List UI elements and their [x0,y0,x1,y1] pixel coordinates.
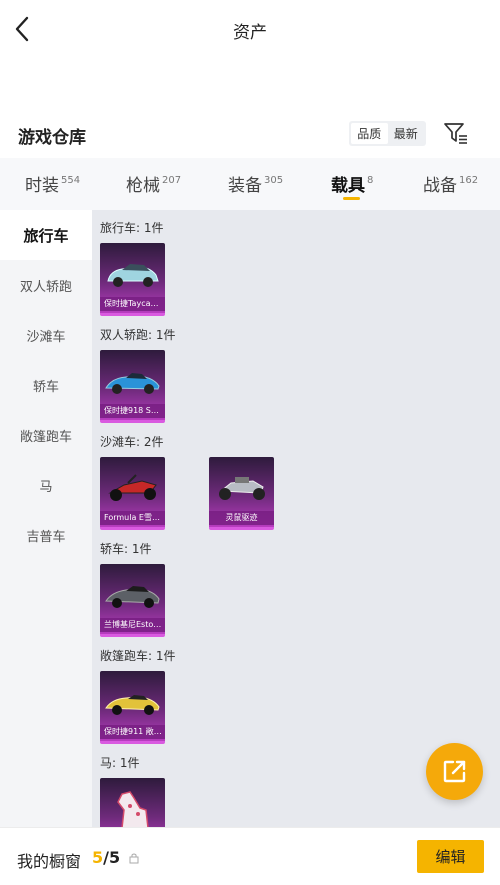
vehicle-name: Formula E雪… [100,511,165,525]
group-label: 敞篷跑车: 1件 [100,649,176,663]
vehicle-type-sidebar: 旅行车 双人轿跑 沙滩车 轿车 敞篷跑车 马 吉普车 [0,210,92,827]
vehicle-card[interactable]: Formula E雪… [100,457,165,530]
tab-label: 战备 [423,176,457,196]
tab-label: 载具 [331,176,365,196]
vehicle-list: 旅行车: 1件 保时捷Tayca… 双人轿跑: 1件 保时捷918 S… 沙滩车… [92,210,500,827]
car-icon [105,695,160,715]
tab-label: 时装 [25,176,59,196]
tab-label: 枪械 [126,176,160,196]
tab-fashion[interactable]: 时装 554 [25,171,80,196]
group-label: 双人轿跑: 1件 [100,328,176,342]
tab-label: 装备 [228,176,262,196]
page-title: 资产 [233,23,267,43]
active-tab-indicator [343,197,360,200]
tab-equipment[interactable]: 装备 305 [228,171,283,196]
edit-button[interactable]: 编辑 [417,840,484,873]
category-tabs: 时装 554 枪械 207 装备 305 载具 8 战备 162 [0,158,500,210]
showcase-label: 我的橱窗 [17,852,82,871]
section-title: 游戏仓库 [18,128,86,148]
sort-quality-option[interactable]: 品质 [351,123,388,144]
tab-count: 8 [367,175,374,186]
tab-supplies[interactable]: 战备 162 [423,171,478,196]
sidebar-item-convertible[interactable]: 敞篷跑车 [0,410,92,460]
vehicle-name: 兰博基尼Esto… [100,618,165,632]
share-button[interactable] [426,743,483,800]
showcase-count: 5/5 [92,848,120,867]
showcase-footer: 我的橱窗 5/5 编辑 [0,827,500,885]
external-link-icon [443,760,466,783]
car-icon [105,373,160,394]
showcase-total: /5 [103,848,121,867]
sort-toggle: 品质 最新 [349,121,426,146]
group-label: 旅行车: 1件 [100,221,164,235]
sidebar-item-touring-car[interactable]: 旅行车 [0,210,92,260]
lock-icon [129,853,139,864]
vehicle-name: 保时捷918 S… [100,404,165,418]
sidebar-item-coupe[interactable]: 双人轿跑 [0,260,92,310]
showcase-current: 5 [92,848,104,867]
filter-icon [444,123,467,144]
vehicle-name: 保时捷Tayca… [100,297,165,311]
sidebar-item-horse[interactable]: 马 [0,460,92,510]
header: 资产 [0,0,500,60]
horse-icon [117,791,149,827]
filter-button[interactable] [443,121,469,145]
tab-count: 554 [61,175,81,186]
group-label: 轿车: 1件 [100,542,152,556]
sort-newest-option[interactable]: 最新 [388,123,425,144]
vehicle-card[interactable]: 保时捷918 S… [100,350,165,423]
tab-count: 207 [162,175,182,186]
vehicle-name: 灵鼠驱迹 [209,511,274,525]
sidebar-item-sedan[interactable]: 轿车 [0,360,92,410]
tab-weapons[interactable]: 枪械 207 [126,171,181,196]
sidebar-item-jeep[interactable]: 吉普车 [0,510,92,560]
car-icon [105,586,160,608]
vehicle-card[interactable]: 保时捷911 敞… [100,671,165,744]
tab-count: 162 [459,175,479,186]
group-label: 马: 1件 [100,756,140,770]
sidebar-item-buggy[interactable]: 沙滩车 [0,310,92,360]
vehicle-card[interactable]: 灵鼠驱迹 [209,457,274,530]
vehicle-card[interactable] [100,778,165,827]
vehicle-name: 保时捷911 敞… [100,725,165,739]
vehicle-card[interactable]: 兰博基尼Esto… [100,564,165,637]
buggy-icon [219,477,265,500]
group-label: 沙滩车: 2件 [100,435,164,449]
buggy-icon [108,474,157,501]
tab-count: 305 [264,175,284,186]
vehicle-card[interactable]: 保时捷Tayca… [100,243,165,316]
car-icon [107,264,159,287]
tab-vehicles[interactable]: 载具 8 [331,171,373,196]
